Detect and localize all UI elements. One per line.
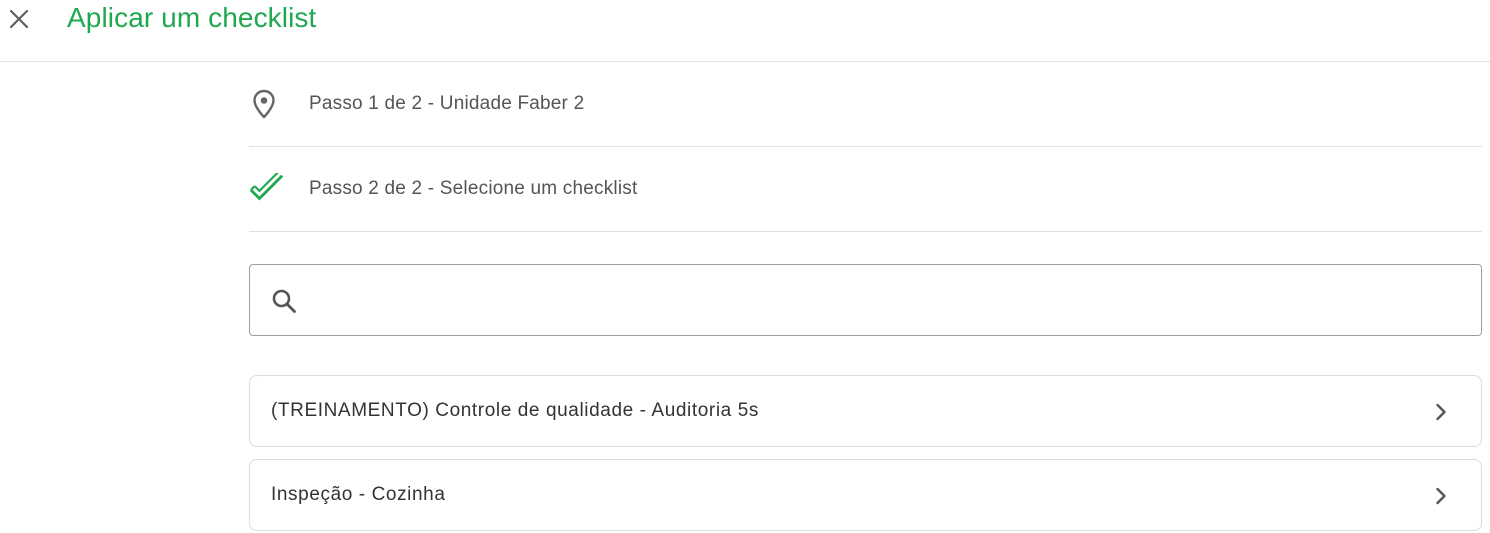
search-icon: [272, 289, 296, 313]
step-2-label: Passo 2 de 2 - Selecione um checklist: [309, 178, 638, 199]
search-input[interactable]: [312, 275, 1462, 325]
step-1-label: Passo 1 de 2 - Unidade Faber 2: [309, 93, 585, 114]
step-1-unit[interactable]: Passo 1 de 2 - Unidade Faber 2: [249, 62, 1482, 147]
checklist-item[interactable]: (TREINAMENTO) Controle de qualidade - Au…: [249, 375, 1482, 447]
search-field[interactable]: [249, 264, 1482, 336]
close-icon: [9, 9, 29, 29]
close-button[interactable]: [4, 4, 34, 34]
chevron-right-icon: [1436, 487, 1446, 505]
checklist-item-label: (TREINAMENTO) Controle de qualidade - Au…: [271, 400, 759, 421]
checklist-item-label: Inspeção - Cozinha: [271, 484, 446, 505]
chevron-right-icon: [1436, 403, 1446, 421]
step-2-checklist[interactable]: Passo 2 de 2 - Selecione um checklist: [249, 147, 1482, 232]
location-pin-icon: [249, 88, 285, 120]
dialog-header: Aplicar um checklist: [0, 0, 1490, 62]
page-title: Aplicar um checklist: [67, 2, 317, 33]
double-check-icon: [249, 173, 285, 205]
checklist-item[interactable]: Inspeção - Cozinha: [249, 459, 1482, 531]
